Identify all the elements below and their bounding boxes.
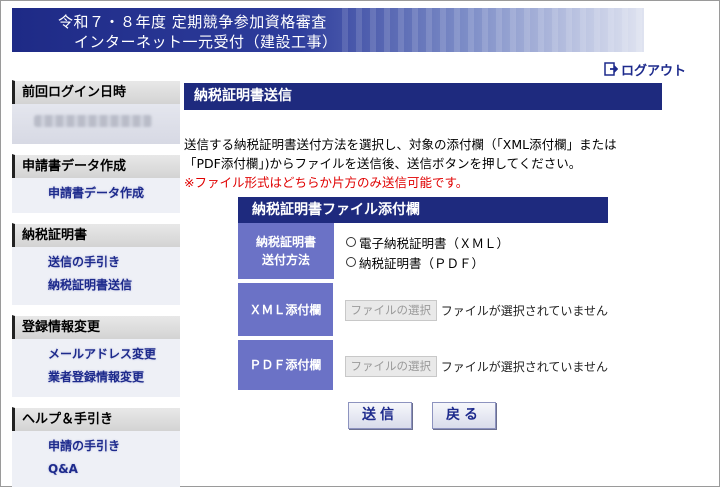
method-row: 納税証明書 送付方法 電子納税証明書（ＸＭＬ） 納税証明書（ＰＤＦ） <box>238 223 608 281</box>
sidebar-section-body: メールアドレス変更 業者登録情報変更 <box>12 339 180 397</box>
instructions-line1: 送信する納税証明書送付方法を選択し、対象の添付欄（「XML添付欄」または <box>184 137 617 152</box>
form-title: 納税証明書ファイル添付欄 <box>238 197 608 223</box>
sidebar-item-application-guide[interactable]: 申請の手引き <box>12 435 180 458</box>
pdf-attach-label: ＰＤＦ添付欄 <box>238 340 333 392</box>
sidebar-section-body: 送信の手引き 納税証明書送信 <box>12 247 180 305</box>
pdf-file-select-button[interactable]: ファイルの選択 <box>344 355 437 377</box>
instructions-line2: 「PDF添付欄」)からファイルを送信後、送信ボタンを押してください。 <box>184 156 582 171</box>
xml-file-status: ファイルが選択されていません <box>440 304 608 318</box>
page-title: 納税証明書送信 <box>184 83 662 110</box>
radio-circle-icon <box>346 237 356 247</box>
sidebar-section-body: 申請の手引き Q&A <box>12 431 180 487</box>
sidebar-last-login-title: 前回ログイン日時 <box>12 80 180 104</box>
xml-file-select-button[interactable]: ファイルの選択 <box>344 300 437 321</box>
method-label-line2: 送付方法 <box>261 253 310 267</box>
radio-pdf-label: 納税証明書（ＰＤＦ） <box>359 255 485 271</box>
sidebar-item-email-change[interactable]: メールアドレス変更 <box>12 343 180 366</box>
radio-xml-label: 電子納税証明書（ＸＭＬ） <box>359 235 510 251</box>
send-button[interactable]: 送信 <box>348 402 412 429</box>
logout-label: ログアウト <box>621 63 687 79</box>
sidebar-section-title: 納税証明書 <box>12 223 180 247</box>
last-login-value <box>12 104 180 144</box>
method-label: 納税証明書 送付方法 <box>238 223 334 281</box>
sidebar-item-qa[interactable]: Q&A <box>12 458 180 481</box>
method-label-line1: 納税証明書 <box>255 235 316 249</box>
radio-pdf[interactable]: 納税証明書（ＰＤＦ） <box>346 252 608 272</box>
header-banner: 令和７・８年度 定期競争参加資格審査 インターネット一元受付（建設工事） <box>12 8 644 52</box>
banner-skyline <box>342 8 644 52</box>
pdf-file-status: ファイルが選択されていません <box>440 359 608 374</box>
xml-attach-label: ＸＭＬ添付欄 <box>238 283 333 338</box>
sidebar-item-application-data[interactable]: 申請書データ作成 <box>12 182 180 205</box>
method-options: 電子納税証明書（ＸＭＬ） 納税証明書（ＰＤＦ） <box>334 223 608 281</box>
radio-circle-icon <box>346 257 356 267</box>
logout-icon <box>604 62 618 76</box>
sidebar-section-title: 登録情報変更 <box>12 315 180 339</box>
radio-xml[interactable]: 電子納税証明書（ＸＭＬ） <box>346 232 608 252</box>
xml-attach-value: ファイルの選択 ファイルが選択されていません <box>332 283 608 338</box>
header-title-line1: 令和７・８年度 定期競争参加資格審査 <box>58 13 327 31</box>
xml-attach-row: ＸＭＬ添付欄 ファイルの選択 ファイルが選択されていません <box>238 283 608 338</box>
logout-link[interactable]: ログアウト <box>604 60 687 79</box>
sidebar-section-title: 申請書データ作成 <box>12 154 180 178</box>
format-warning: ※ファイル形式はどちらか片方のみ送信可能です。 <box>184 175 469 190</box>
sidebar-section-body: 申請書データ作成 <box>12 178 180 213</box>
sidebar: 前回ログイン日時 申請書データ作成 申請書データ作成 納税証明書 送信の手引き … <box>12 80 180 487</box>
header-title-line2: インターネット一元受付（建設工事） <box>74 33 338 51</box>
last-login-redacted <box>34 115 152 127</box>
back-button[interactable]: 戻る <box>432 402 496 429</box>
sidebar-item-sending-guide[interactable]: 送信の手引き <box>12 251 180 274</box>
sidebar-section-title: ヘルプ＆手引き <box>12 407 180 431</box>
sidebar-item-tax-cert-send[interactable]: 納税証明書送信 <box>12 274 180 297</box>
sidebar-item-company-info-change[interactable]: 業者登録情報変更 <box>12 366 180 389</box>
pdf-attach-row: ＰＤＦ添付欄 ファイルの選択 ファイルが選択されていません <box>238 340 608 392</box>
instructions: 送信する納税証明書送付方法を選択し、対象の添付欄（「XML添付欄」または 「PD… <box>184 135 674 192</box>
pdf-attach-value: ファイルの選択 ファイルが選択されていません <box>332 340 608 392</box>
